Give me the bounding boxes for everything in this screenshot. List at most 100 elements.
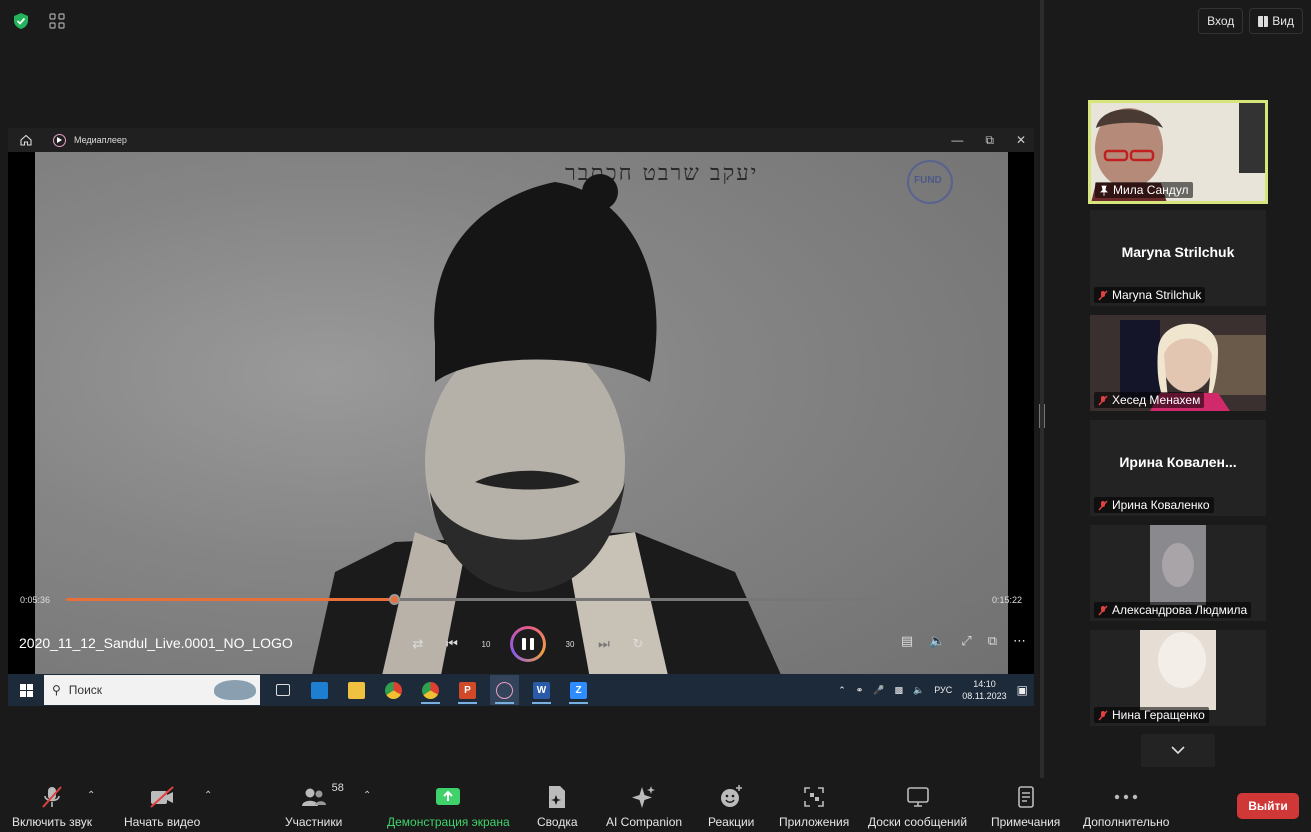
more-options-icon[interactable]: ⋯	[1013, 633, 1026, 649]
audio-options-chevron-icon[interactable]: ⌃	[87, 790, 95, 801]
participant-name: Александрова Людмила	[1094, 602, 1252, 618]
vscode-icon	[311, 681, 328, 699]
share-screen-label: Демонстрация экрана	[387, 815, 510, 829]
microphone-icon[interactable]: 🎤	[873, 685, 884, 696]
speaker-icon[interactable]: 🔈	[913, 685, 924, 696]
repeat-off-icon[interactable]: ↻	[628, 634, 648, 654]
seek-bar-handle[interactable]	[388, 594, 400, 605]
security-shield-icon[interactable]	[12, 12, 30, 30]
folder-icon	[348, 681, 365, 699]
ai-companion-label: AI Companion	[606, 815, 683, 829]
volume-icon[interactable]: 🔈	[929, 633, 945, 649]
powerpoint-icon: P	[459, 681, 476, 699]
zoom-meeting-window: Вход Вид Медиаплеер — ⧉ ✕ יעקב שרבט חכתב…	[0, 0, 1311, 832]
panel-resize-handle[interactable]	[1039, 404, 1045, 428]
view-label: Вид	[1272, 14, 1294, 28]
whiteboards-button[interactable]: Доски сообщений	[868, 784, 967, 829]
powerpoint-app[interactable]: P	[453, 675, 482, 705]
vscode-app[interactable]	[305, 675, 334, 705]
participant-display-name: Maryna Strilchuk	[1121, 244, 1235, 260]
share-screen-button[interactable]: Демонстрация экрана	[387, 784, 510, 829]
video-off-icon	[148, 784, 176, 810]
tray-chevron-up-icon[interactable]: ⌃	[838, 685, 846, 696]
video-frame-portrait: יעקב שרבט חכתבר FUND	[35, 152, 1008, 706]
apps-icon	[800, 784, 828, 810]
media-player-app[interactable]	[490, 675, 519, 705]
participants-button[interactable]: 58 Участники	[285, 782, 344, 829]
notes-icon	[1012, 784, 1040, 810]
rewind-button[interactable]: 10	[476, 634, 496, 654]
chrome-profile-app[interactable]	[416, 675, 445, 705]
participant-name: Хесед Менахем	[1094, 392, 1205, 408]
unmute-button[interactable]: Включить звук	[12, 784, 92, 829]
windows-logo-icon	[19, 683, 33, 697]
taskbar-apps: P W Z	[268, 675, 593, 705]
search-icon: ⚲	[52, 683, 61, 697]
start-video-label: Начать видео	[124, 815, 201, 829]
media-player-title: Медиаплеер	[74, 135, 127, 145]
chrome-app[interactable]	[379, 675, 408, 705]
pause-icon	[513, 629, 543, 659]
start-button[interactable]	[8, 674, 44, 706]
word-app[interactable]: W	[527, 675, 556, 705]
tray-sync-icon[interactable]: ⚭	[856, 685, 864, 696]
participant-tile[interactable]: Хесед Менахем	[1090, 315, 1266, 411]
pin-icon	[1100, 185, 1108, 196]
forward-button[interactable]: 30	[560, 634, 580, 654]
task-view-icon	[275, 684, 290, 696]
task-view-button[interactable]	[268, 675, 297, 705]
participant-name: Нина Геращенко	[1094, 707, 1209, 723]
participants-options-chevron-icon[interactable]: ⌃	[363, 790, 371, 801]
media-player-icon	[496, 681, 513, 699]
shuffle-icon[interactable]: ⇄	[408, 634, 428, 654]
participant-tile[interactable]: Ирина Ковален... Ирина Коваленко	[1090, 420, 1266, 516]
notes-button[interactable]: Примечания	[991, 784, 1060, 829]
previous-icon[interactable]: ⏮	[442, 634, 462, 654]
muted-mic-icon	[1098, 710, 1108, 721]
view-button[interactable]: Вид	[1249, 8, 1303, 34]
notifications-icon[interactable]: ▣	[1017, 683, 1028, 697]
participant-name: Maryna Strilchuk	[1094, 287, 1206, 303]
leave-meeting-button[interactable]: Выйти	[1237, 793, 1299, 819]
more-label: Дополнительно	[1083, 815, 1170, 829]
summary-button[interactable]: Сводка	[537, 784, 578, 829]
more-button[interactable]: Дополнительно	[1083, 784, 1169, 829]
explorer-app[interactable]	[342, 675, 371, 705]
minimize-icon[interactable]: —	[951, 133, 963, 147]
forward-seconds: 30	[565, 639, 575, 649]
subtitles-icon[interactable]: ▤	[901, 633, 913, 649]
reactions-button[interactable]: Реакции	[708, 784, 754, 829]
network-icon[interactable]: ▩	[895, 685, 904, 696]
participant-tile[interactable]: Нина Геращенко	[1090, 630, 1266, 726]
reactions-label: Реакции	[708, 815, 755, 829]
sign-in-button[interactable]: Вход	[1198, 8, 1244, 34]
next-icon[interactable]: ⏭	[594, 634, 614, 654]
maximize-icon[interactable]: ⧉	[985, 133, 994, 148]
participant-tile[interactable]: Александрова Людмила	[1090, 525, 1266, 621]
taskbar-clock[interactable]: 14:10 08.11.2023	[962, 678, 1006, 702]
video-options-chevron-icon[interactable]: ⌃	[204, 790, 212, 801]
home-icon[interactable]	[19, 133, 33, 147]
ai-companion-button[interactable]: AI Companion	[606, 784, 682, 829]
grid-apps-icon[interactable]	[48, 12, 66, 30]
seek-bar-progress	[66, 598, 394, 601]
apps-button[interactable]: Приложения	[779, 784, 849, 829]
unmute-label: Включить звук	[12, 815, 93, 829]
taskbar-search[interactable]: ⚲ Поиск	[44, 675, 260, 705]
scroll-participants-down-button[interactable]	[1141, 734, 1215, 767]
seek-bar[interactable]	[66, 594, 977, 605]
mini-player-icon[interactable]: ⧉	[988, 633, 997, 649]
start-video-button[interactable]: Начать видео	[124, 784, 200, 829]
language-indicator[interactable]: РУС	[934, 685, 952, 695]
close-icon[interactable]: ✕	[1016, 133, 1026, 147]
rewind-seconds: 10	[481, 639, 491, 649]
zoom-app[interactable]: Z	[564, 675, 593, 705]
current-time: 0:05:36	[20, 595, 51, 605]
view-layout-icon	[1258, 15, 1269, 27]
fullscreen-icon[interactable]: ⤢	[961, 633, 971, 649]
pause-button[interactable]	[510, 626, 546, 662]
participant-tile[interactable]: Мила Сандул	[1088, 100, 1268, 204]
participant-tile[interactable]: Maryna Strilchuk Maryna Strilchuk	[1090, 210, 1266, 306]
chevron-down-icon	[1171, 746, 1185, 755]
panel-divider	[1040, 0, 1044, 778]
